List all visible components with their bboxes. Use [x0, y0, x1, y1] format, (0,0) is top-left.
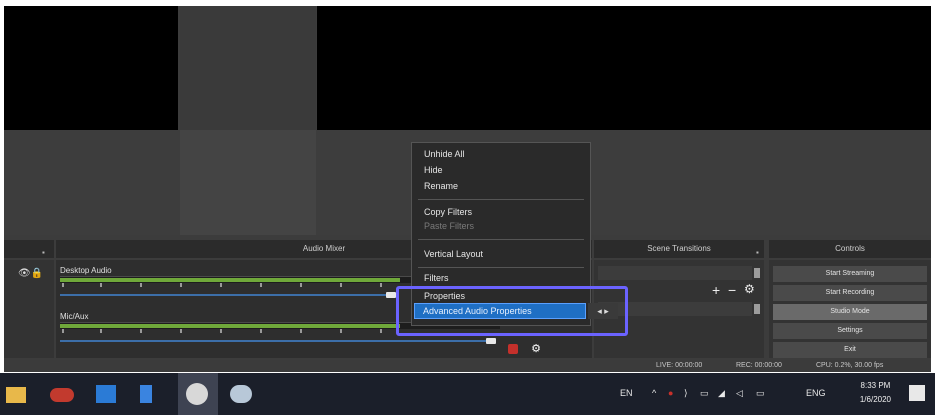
menu-item-unhide-all[interactable]: Unhide All	[424, 149, 465, 159]
scrollbar[interactable]	[754, 304, 760, 314]
transition-select[interactable]	[598, 266, 752, 280]
scene-transitions-title: Scene Transitions	[594, 240, 764, 258]
app-icon-blue[interactable]	[140, 385, 152, 403]
menu-separator	[418, 267, 584, 268]
scrollbar[interactable]	[754, 268, 760, 278]
menu-item-rename[interactable]: Rename	[424, 181, 458, 191]
remove-icon[interactable]: −	[728, 282, 736, 298]
menu-item-paste-filters: Paste Filters	[424, 221, 475, 231]
network-icon[interactable]: ◢	[718, 388, 725, 399]
gear-icon[interactable]: ⚙	[530, 343, 542, 355]
input-language-short[interactable]: EN	[620, 388, 633, 398]
eye-lock-icon[interactable]: 👁🔒	[18, 268, 43, 279]
menu-separator	[418, 239, 584, 240]
cpu-status: CPU: 0.2%, 30.00 fps	[816, 362, 884, 369]
preview-gap	[180, 6, 316, 130]
battery-icon[interactable]: ▭	[700, 388, 709, 399]
settings-button[interactable]: Settings	[773, 323, 927, 339]
menu-item-hide[interactable]: Hide	[424, 165, 443, 175]
exit-button[interactable]: Exit	[773, 342, 927, 358]
volume-icon[interactable]: ◁	[736, 388, 743, 399]
controls-panel: Start Streaming Start Recording Studio M…	[769, 260, 931, 358]
rec-timer: REC: 00:00:00	[736, 362, 782, 369]
slider-knob[interactable]	[386, 292, 396, 298]
tray-icon[interactable]: ⟩	[684, 388, 688, 399]
clock-date: 1/6/2020	[859, 395, 891, 404]
gear-icon[interactable]: ⚙	[744, 282, 755, 296]
menu-item-copy-filters[interactable]: Copy Filters	[424, 207, 472, 217]
chevron-up-icon[interactable]: ^	[652, 388, 656, 398]
live-timer: LIVE: 00:00:00	[656, 362, 703, 369]
store-icon[interactable]	[96, 385, 116, 403]
app-icon-cloud[interactable]	[230, 385, 252, 403]
preview-canvas-left[interactable]	[4, 6, 178, 130]
start-recording-button[interactable]: Start Recording	[773, 285, 927, 301]
obs-icon[interactable]	[186, 383, 208, 405]
preview-canvas-right[interactable]	[317, 6, 931, 130]
dock-close-icon[interactable]: ▪	[756, 248, 759, 257]
keyboard-icon[interactable]: ▭	[756, 388, 765, 399]
menu-item-filters[interactable]: Filters	[424, 273, 449, 283]
menu-item-vertical-layout[interactable]: Vertical Layout	[424, 249, 483, 259]
volume-slider[interactable]	[60, 338, 500, 344]
tray-app-icon[interactable]: ●	[668, 388, 673, 398]
slider-knob[interactable]	[486, 338, 496, 344]
dock-close-icon[interactable]: ▪	[42, 248, 45, 257]
windows-taskbar: EN ^ ● ⟩ ▭ ◢ ◁ ▭ ENG 8:33 PM 1/6/2020	[0, 373, 935, 415]
app-icon-red[interactable]	[50, 388, 74, 402]
highlight-annotation	[396, 286, 628, 336]
menu-separator	[418, 199, 584, 200]
mute-icon[interactable]	[508, 344, 518, 354]
file-explorer-icon[interactable]	[6, 387, 26, 403]
add-icon[interactable]: +	[712, 282, 720, 298]
controls-title: Controls	[769, 240, 931, 258]
sources-panel: 👁🔒	[4, 260, 54, 358]
notification-icon[interactable]	[909, 385, 925, 401]
studio-mode-button[interactable]: Studio Mode	[773, 304, 927, 320]
sources-dock-title	[4, 240, 54, 258]
clock[interactable]: 8:33 PM 1/6/2020	[860, 379, 891, 407]
start-streaming-button[interactable]: Start Streaming	[773, 266, 927, 282]
preview-column	[180, 130, 316, 235]
status-bar: LIVE: 00:00:00 REC: 00:00:00 CPU: 0.2%, …	[4, 360, 931, 372]
clock-time: 8:33 PM	[860, 381, 891, 390]
language-indicator[interactable]: ENG	[806, 388, 826, 398]
